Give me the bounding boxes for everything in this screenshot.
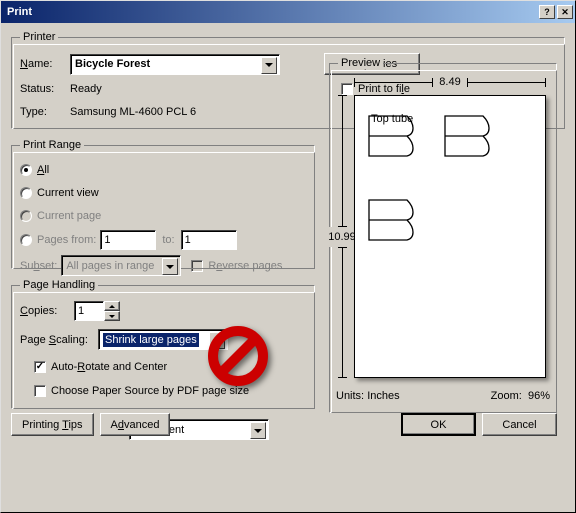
scaling-label: Page Scaling: xyxy=(20,334,98,346)
range-current-view-radio[interactable] xyxy=(20,187,32,199)
subset-dropdown: All pages in range xyxy=(61,255,181,276)
dropdown-arrow-icon[interactable] xyxy=(261,57,277,74)
dropdown-arrow-icon xyxy=(162,258,178,275)
status-value: Ready xyxy=(70,83,102,95)
preview-footer: Units: Inches Zoom: 96% xyxy=(336,390,550,402)
print-dialog: Print ? ✕ Printer Name: Bicycle Forest P… xyxy=(0,0,576,513)
copies-input[interactable] xyxy=(74,301,104,321)
range-from-input[interactable] xyxy=(100,230,156,250)
print-range-group: Print Range All Current view Current pag… xyxy=(11,139,315,269)
range-all-radio[interactable] xyxy=(20,164,32,176)
preview-page: Top tube xyxy=(354,95,546,378)
range-to-label: to: xyxy=(162,234,174,246)
preview-shape xyxy=(443,114,499,174)
type-label: Type: xyxy=(20,106,70,118)
page-handling-legend: Page Handling xyxy=(20,279,98,291)
range-all-label: All xyxy=(37,164,49,176)
ok-button[interactable]: OK xyxy=(401,413,476,436)
subset-label: Subset: xyxy=(20,260,57,272)
range-pages-radio[interactable] xyxy=(20,234,32,246)
page-handling-group: Page Handling Copies: Page Scaling: Shri… xyxy=(11,279,315,409)
svg-text:Top tube: Top tube xyxy=(371,114,413,125)
preview-width-dimension: 8.49 xyxy=(354,75,546,89)
preview-group: Preview 8.49 10.99 Top tube xyxy=(329,57,557,413)
preview-height-dimension: 10.99 xyxy=(334,95,350,378)
copies-label: Copies: xyxy=(20,305,74,317)
range-current-page-radio xyxy=(20,210,32,222)
name-label: Name: xyxy=(20,58,70,70)
reverse-pages-label: Reverse pages xyxy=(208,260,282,272)
preview-legend: Preview xyxy=(338,57,383,69)
range-current-view-label: Current view xyxy=(37,187,99,199)
print-range-legend: Print Range xyxy=(20,139,84,151)
range-pages-label: Pages from: xyxy=(37,234,96,246)
printer-name-value: Bicycle Forest xyxy=(75,58,150,70)
auto-rotate-checkbox[interactable] xyxy=(34,361,46,373)
cancel-button[interactable]: Cancel xyxy=(482,413,557,436)
range-current-page-label: Current page xyxy=(37,210,101,222)
scaling-value: Shrink large pages xyxy=(103,333,199,347)
printer-legend: Printer xyxy=(20,31,58,43)
close-button[interactable]: ✕ xyxy=(557,5,573,19)
type-value: Samsung ML-4600 PCL 6 xyxy=(70,106,196,118)
advanced-button[interactable]: Advanced xyxy=(100,413,171,436)
status-label: Status: xyxy=(20,83,70,95)
preview-shape xyxy=(367,198,423,258)
preview-shape: Top tube xyxy=(367,114,423,174)
paper-source-checkbox[interactable] xyxy=(34,385,46,397)
printing-tips-button[interactable]: Printing Tips xyxy=(11,413,94,436)
reverse-pages-checkbox xyxy=(191,260,203,272)
range-to-input[interactable] xyxy=(181,230,237,250)
window-title: Print xyxy=(3,6,537,18)
auto-rotate-label: Auto-Rotate and Center xyxy=(51,361,167,373)
titlebar: Print ? ✕ xyxy=(1,1,575,23)
printer-name-dropdown[interactable]: Bicycle Forest xyxy=(70,54,280,75)
copies-spinner[interactable] xyxy=(104,301,120,321)
prohibition-icon xyxy=(207,325,269,387)
help-button[interactable]: ? xyxy=(539,5,555,19)
